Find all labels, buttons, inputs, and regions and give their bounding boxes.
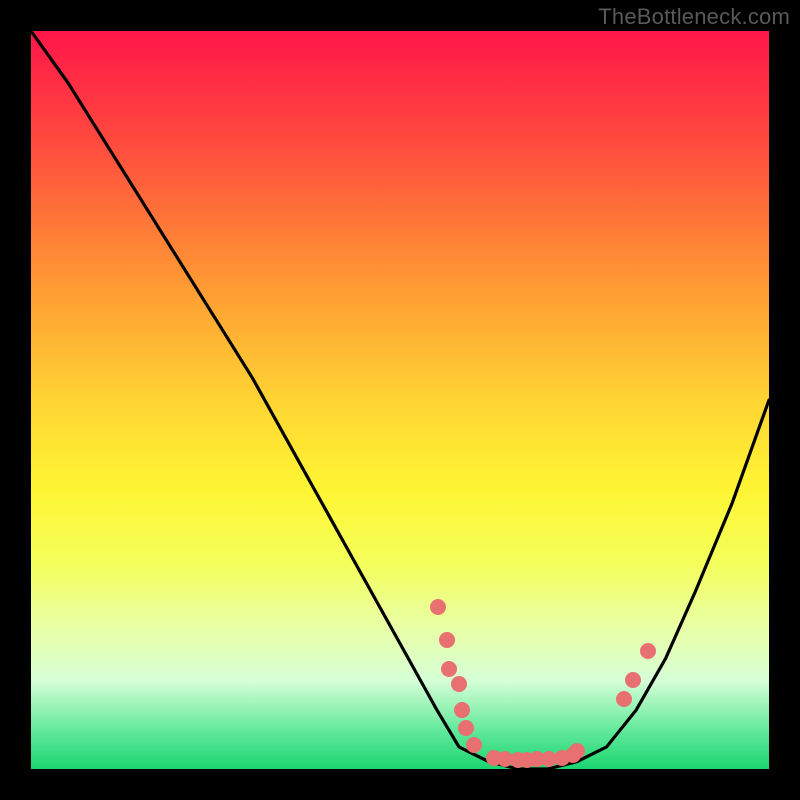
scatter-dot: [466, 737, 482, 753]
scatter-dot: [439, 632, 455, 648]
scatter-dot: [458, 720, 474, 736]
scatter-dot: [640, 643, 656, 659]
scatter-dot: [454, 702, 470, 718]
scatter-dot: [451, 676, 467, 692]
scatter-dot: [569, 743, 585, 759]
plot-area: [31, 31, 769, 769]
chart-frame: TheBottleneck.com: [0, 0, 800, 800]
scatter-points: [31, 31, 769, 769]
scatter-dot: [441, 661, 457, 677]
scatter-dot: [430, 599, 446, 615]
watermark-text: TheBottleneck.com: [598, 4, 790, 30]
scatter-dot: [616, 691, 632, 707]
scatter-dot: [625, 672, 641, 688]
